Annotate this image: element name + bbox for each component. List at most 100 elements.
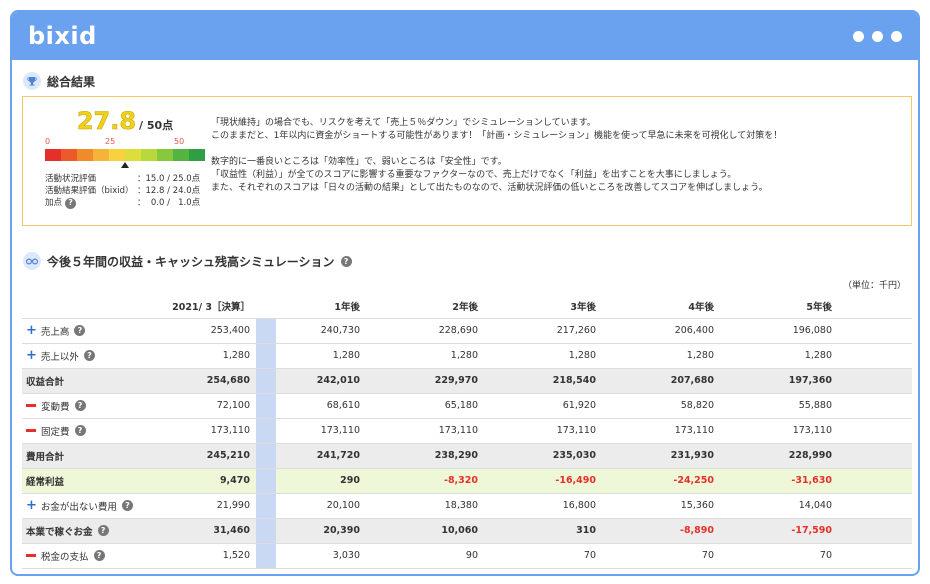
value-cell: -17,590 [720, 518, 838, 544]
column-separator [256, 318, 276, 344]
evaluation-value: ：12.8 / 24.0点 [137, 186, 201, 196]
help-icon[interactable]: ? [74, 400, 86, 411]
expand-plus-icon[interactable]: + [26, 323, 37, 338]
value-cell: 173,110 [602, 418, 720, 444]
column-separator [256, 493, 276, 519]
unit-label: （単位：千円） [842, 281, 906, 291]
simulation-table: 2021/ 3［決算］ 1年後 2年後 3年後 4年後 5年後 + 売上高? 253… [22, 294, 912, 569]
gauge-segment [141, 149, 157, 161]
more-dots-icon[interactable] [853, 30, 902, 42]
help-icon[interactable]: ? [121, 500, 133, 511]
column-header: 2年後 [366, 294, 484, 319]
row-padding [838, 518, 912, 544]
value-cell: 173,110 [276, 418, 366, 444]
column-separator [256, 368, 276, 394]
value-cell: -8,890 [602, 518, 720, 544]
value-cell: 20,100 [276, 493, 366, 519]
gauge-pointer [45, 161, 205, 169]
app-window: bixid 総合結果 27.8 / 50点 0 25 50 活動状況評価 ：15.… [10, 10, 920, 576]
column-separator [256, 418, 276, 444]
column-separator [256, 543, 276, 569]
row-label[interactable]: + 売上以外? [22, 343, 162, 369]
row-padding [838, 368, 912, 394]
column-header: 1年後 [276, 294, 366, 319]
value-cell: 310 [484, 518, 602, 544]
score-panel: 27.8 / 50点 0 25 50 活動状況評価 ：15.0 / 25.0点 活動… [45, 107, 205, 209]
evaluation-label: 活動結果評価（bixid） [45, 185, 137, 197]
row-label[interactable]: 変動費? [22, 393, 162, 419]
summary-title: 総合結果 [47, 74, 96, 89]
gauge-segment [173, 149, 189, 161]
column-header: 3年後 [484, 294, 602, 319]
value-cell: 254,680 [162, 368, 256, 394]
row-padding [838, 318, 912, 344]
row-label[interactable]: + お金が出ない費用? [22, 493, 162, 519]
gauge-segment [109, 149, 125, 161]
evaluation-list: 活動状況評価 ：15.0 / 25.0点 活動結果評価（bixid） ：12.8 / … [45, 173, 205, 209]
bixid-logo[interactable]: bixid [28, 22, 97, 50]
row-label-text: 売上以外 [40, 351, 79, 363]
help-icon[interactable]: ? [340, 255, 352, 267]
row-label-text: 売上高 [40, 326, 70, 338]
help-icon[interactable]: ? [93, 550, 105, 561]
value-cell: 245,210 [162, 443, 256, 469]
gauge-segment [45, 149, 61, 161]
table-row: 変動費? 72,100 68,610 65,180 61,920 58,820 55,880 [22, 393, 912, 419]
row-padding [838, 543, 912, 569]
value-cell: 206,400 [602, 318, 720, 344]
collapse-minus-icon[interactable] [26, 404, 36, 407]
row-padding [838, 418, 912, 444]
column-separator [256, 393, 276, 419]
value-cell: 70 [484, 543, 602, 569]
value-cell: 21,990 [162, 493, 256, 519]
help-icon[interactable]: ? [97, 525, 109, 536]
value-cell: 70 [602, 543, 720, 569]
message-line: 数字的に一番良いところは「効率性」で、弱いところは「安全性」です。 [211, 157, 507, 167]
row-label-text: 固定費 [41, 426, 70, 438]
evaluation-row: 加点?： 0.0 / 1.0点 [45, 197, 205, 209]
collapse-minus-icon[interactable] [26, 554, 36, 557]
score-max: / 50点 [139, 119, 174, 132]
value-cell: 197,360 [720, 368, 838, 394]
gauge-segment [189, 149, 205, 161]
row-label[interactable]: + 売上高? [22, 318, 162, 344]
value-cell: 253,400 [162, 318, 256, 344]
expand-plus-icon[interactable]: + [26, 498, 37, 513]
row-label[interactable]: 税金の支払? [22, 543, 162, 569]
value-cell: 228,990 [720, 443, 838, 469]
expand-plus-icon[interactable]: + [26, 348, 37, 363]
table-row: 本業で稼ぐお金? 31,460 20,390 10,060 310 -8,890 -17,5… [22, 518, 912, 544]
row-label-text: 本業で稼ぐお金 [26, 526, 93, 538]
message-line: このままだと、1年以内に資金がショートする可能性があります！「計画・シミュレーシ… [211, 131, 783, 141]
row-label-text: 経常利益 [26, 476, 65, 488]
trophy-icon [23, 72, 41, 90]
evaluation-label-text: 加点 [45, 198, 63, 208]
evaluation-label: 活動状況評価 [45, 173, 137, 185]
help-icon[interactable]: ? [74, 325, 86, 336]
row-label-text: 費用合計 [26, 451, 65, 463]
gauge-segment [157, 149, 173, 161]
value-cell: 218,540 [484, 368, 602, 394]
value-cell: 3,030 [276, 543, 366, 569]
row-padding [838, 393, 912, 419]
row-label[interactable]: 固定費? [22, 418, 162, 444]
message-line: また、それぞれのスコアは「日々の活動の結果」として出たものなので、活動状況評価の… [211, 183, 768, 193]
help-icon[interactable]: ? [74, 425, 86, 436]
value-cell: 240,730 [276, 318, 366, 344]
message-line: 「現状維持」の場合でも、リスクを考えて「売上５％ダウン」でシミュレーションしてい… [211, 118, 596, 128]
row-label: 費用合計 [22, 443, 162, 469]
help-icon[interactable]: ? [65, 197, 77, 209]
simulation-heading: 今後５年間の収益・キャッシュ残高シミュレーション ? [23, 252, 352, 270]
collapse-minus-icon[interactable] [26, 429, 36, 432]
gauge-segment [125, 149, 141, 161]
summary-heading: 総合結果 [23, 72, 95, 90]
value-cell: -31,630 [720, 468, 838, 494]
value-cell: 58,820 [602, 393, 720, 419]
value-cell: -24,250 [602, 468, 720, 494]
value-cell: 173,110 [484, 418, 602, 444]
gauge-segment [61, 149, 77, 161]
value-cell: 70 [720, 543, 838, 569]
value-cell: -8,320 [366, 468, 484, 494]
value-cell: 1,280 [162, 343, 256, 369]
help-icon[interactable]: ? [83, 350, 95, 361]
